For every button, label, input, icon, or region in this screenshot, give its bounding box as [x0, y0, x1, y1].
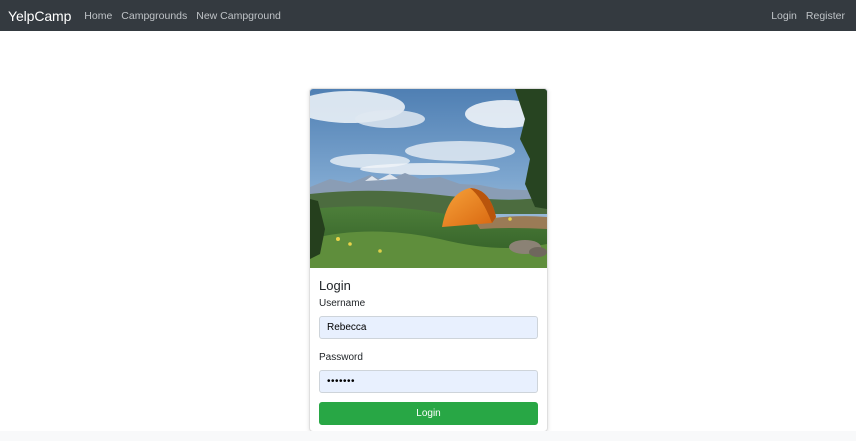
login-card: Login Username Password ••••••• Login	[309, 88, 548, 432]
nav-home-link[interactable]: Home	[84, 10, 112, 22]
username-input[interactable]	[319, 316, 538, 339]
login-title: Login	[319, 278, 351, 293]
login-form: Login Username Password ••••••• Login	[310, 278, 547, 425]
nav-new-campground-link[interactable]: New Campground	[196, 10, 281, 22]
nav-register-link[interactable]: Register	[806, 10, 845, 22]
password-label: Password	[319, 352, 363, 363]
login-button[interactable]: Login	[319, 402, 538, 425]
nav-right-group: Login Register	[762, 10, 845, 22]
campground-image	[310, 89, 547, 268]
nav-campgrounds-link[interactable]: Campgrounds	[121, 10, 187, 22]
navbar: YelpCamp Home Campgrounds New Campground…	[0, 0, 856, 31]
password-input[interactable]: •••••••	[319, 370, 538, 393]
bottom-strip	[0, 431, 856, 441]
nav-login-link[interactable]: Login	[771, 10, 797, 22]
brand-link[interactable]: YelpCamp	[8, 8, 71, 24]
username-label: Username	[319, 298, 366, 309]
